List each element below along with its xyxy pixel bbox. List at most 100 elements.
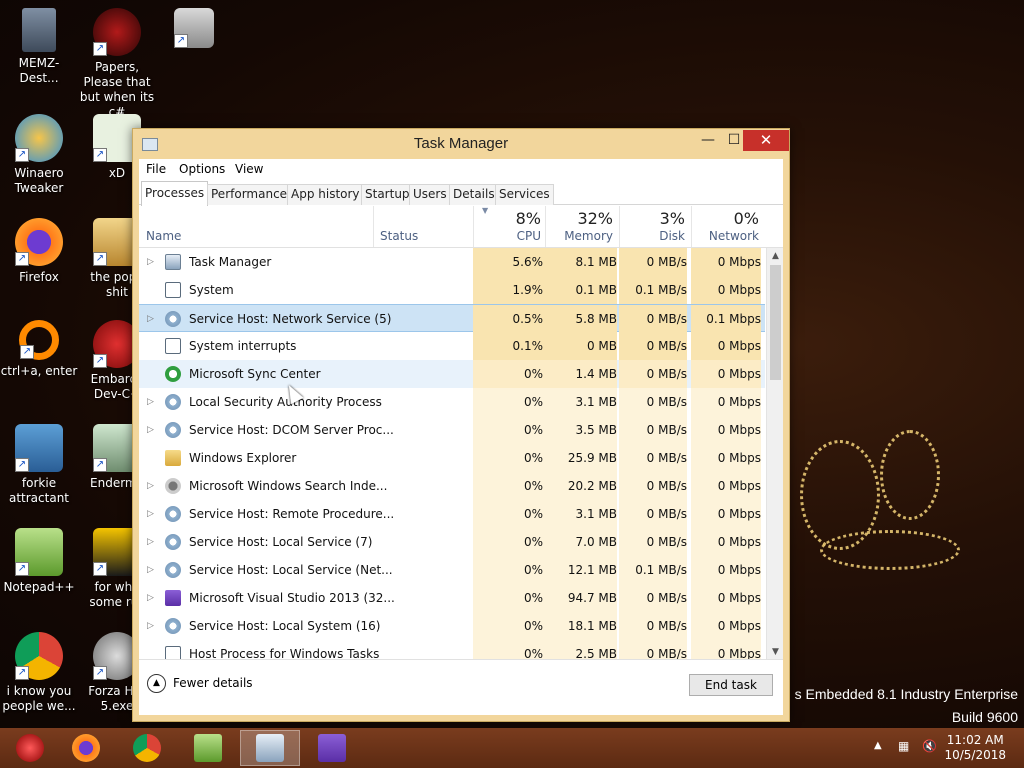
process-row[interactable]: System interrupts 0.1% 0 MB 0 MB/s 0 Mbp… <box>139 332 765 360</box>
process-cpu: 0% <box>473 612 543 640</box>
column-cpu[interactable]: CPU <box>473 229 541 243</box>
expand-chevron-icon[interactable]: ▷ <box>147 416 157 444</box>
process-row[interactable]: ▷ Service Host: Local Service (Net... 0%… <box>139 556 765 584</box>
desktop-icon-stacked-windows[interactable]: ↗ <box>155 8 233 52</box>
expand-chevron-icon[interactable]: ▷ <box>147 472 157 500</box>
expand-chevron-icon[interactable]: ▷ <box>147 500 157 528</box>
process-row[interactable]: ▷ Microsoft Visual Studio 2013 (32... 0%… <box>139 584 765 612</box>
disk-total[interactable]: 3% <box>619 209 685 228</box>
stacked-windows-icon: ↗ <box>174 8 214 48</box>
column-disk[interactable]: Disk <box>619 229 685 243</box>
taskbar-notepadpp[interactable] <box>178 730 238 766</box>
tab-users[interactable]: Users <box>409 184 451 205</box>
taskbar-task-manager[interactable] <box>240 730 300 766</box>
start-button[interactable] <box>0 730 60 766</box>
network-icon[interactable]: ▦ <box>898 739 909 753</box>
title-bar[interactable]: Task Manager — ☐ ✕ <box>133 129 789 159</box>
process-memory: 2.5 MB <box>543 640 617 660</box>
process-name: Service Host: Remote Procedure... <box>189 507 395 521</box>
vertical-scrollbar[interactable]: ▲ ▼ <box>766 248 783 660</box>
process-row[interactable]: ▷ Local Security Authority Process 0% 3.… <box>139 388 765 416</box>
process-row[interactable]: ▷ Microsoft Windows Search Inde... 0% 20… <box>139 472 765 500</box>
process-row[interactable]: ▷ Service Host: Remote Procedure... 0% 3… <box>139 500 765 528</box>
desktop-icon-winaero[interactable]: ↗ Winaero Tweaker <box>0 114 78 196</box>
process-name: Microsoft Sync Center <box>189 367 321 381</box>
process-network: 0 Mbps <box>691 248 761 276</box>
sync-icon <box>165 366 181 382</box>
tab-app-history[interactable]: App history <box>287 184 364 205</box>
taskbar-chrome[interactable] <box>117 730 177 766</box>
minimize-button[interactable]: — <box>695 130 721 151</box>
desktop-icon-memz[interactable]: MEMZ-Dest... <box>0 8 78 86</box>
process-row[interactable]: ▷ Service Host: Local Service (7) 0% 7.0… <box>139 528 765 556</box>
wallpaper-sparkle <box>820 530 960 570</box>
process-name: Service Host: Local Service (7) <box>189 535 373 549</box>
process-row[interactable]: ▷ Task Manager 5.6% 8.1 MB 0 MB/s 0 Mbps <box>139 248 765 276</box>
taskbar-firefox[interactable] <box>56 730 116 766</box>
desktop-icon-forkie[interactable]: ↗ forkie attractant <box>0 424 78 506</box>
column-name[interactable]: Name <box>146 229 181 243</box>
recycle-bin-icon <box>22 8 56 52</box>
desktop-icon-papers-please[interactable]: ↗ Papers, Please that but when its c# <box>78 8 156 120</box>
start-orb-icon <box>16 734 44 762</box>
tab-startup[interactable]: Startup <box>361 184 414 205</box>
expand-chevron-icon[interactable]: ▷ <box>147 248 157 276</box>
cpu-total[interactable]: 8% <box>473 209 541 228</box>
tab-services[interactable]: Services <box>495 184 554 205</box>
expand-chevron-icon[interactable]: ▷ <box>147 556 157 584</box>
column-memory[interactable]: Memory <box>545 229 613 243</box>
visual-studio-icon <box>318 734 346 762</box>
process-name: Microsoft Visual Studio 2013 (32... <box>189 591 395 605</box>
gear-icon <box>165 422 181 438</box>
tab-strip: Processes Performance App history Startu… <box>139 181 783 206</box>
desktop-icon-chrome[interactable]: ↗ i know you people we... <box>0 632 78 714</box>
process-row[interactable]: Windows Explorer 0% 25.9 MB 0 MB/s 0 Mbp… <box>139 444 765 472</box>
column-divider[interactable] <box>373 206 374 247</box>
process-row[interactable]: ▷ Service Host: Local System (16) 0% 18.… <box>139 612 765 640</box>
scroll-thumb[interactable] <box>770 265 781 380</box>
window-title: Task Manager <box>413 135 509 152</box>
process-disk: 0 MB/s <box>619 416 687 444</box>
tab-processes[interactable]: Processes <box>141 181 209 206</box>
process-network: 0 Mbps <box>691 388 761 416</box>
tab-performance[interactable]: Performance <box>207 184 292 205</box>
process-row[interactable]: Microsoft Sync Center 0% 1.4 MB 0 MB/s 0… <box>139 360 765 388</box>
process-memory: 12.1 MB <box>543 556 617 584</box>
process-name: Service Host: Local System (16) <box>189 619 381 633</box>
desktop-icon-notepadpp[interactable]: ↗ Notepad++ <box>0 528 78 595</box>
show-hidden-icons-icon[interactable]: ▲ <box>874 740 882 751</box>
firefox-icon <box>72 734 100 762</box>
expand-chevron-icon[interactable]: ▷ <box>147 528 157 556</box>
process-memory: 20.2 MB <box>543 472 617 500</box>
menu-view[interactable]: View <box>235 162 263 176</box>
menu-options[interactable]: Options <box>179 162 225 176</box>
desktop-icon-ctrl-a[interactable]: ↗ ctrl+a, enter <box>0 320 78 379</box>
scroll-up-icon[interactable]: ▲ <box>767 248 784 264</box>
expand-chevron-icon[interactable]: ▷ <box>147 305 157 333</box>
scroll-down-icon[interactable]: ▼ <box>767 644 784 660</box>
column-status[interactable]: Status <box>380 229 418 243</box>
system-clock[interactable]: 11:02 AM 10/5/2018 <box>944 733 1006 763</box>
close-button[interactable]: ✕ <box>743 130 789 151</box>
expand-chevron-icon[interactable]: ▷ <box>147 612 157 640</box>
expand-placeholder <box>147 276 157 304</box>
network-total[interactable]: 0% <box>691 209 759 228</box>
desktop-icon-firefox[interactable]: ↗ Firefox <box>0 218 78 285</box>
process-name: System interrupts <box>189 339 297 353</box>
volume-muted-icon[interactable]: 🔇 <box>922 739 937 753</box>
notepadpp-icon: ↗ <box>15 528 63 576</box>
process-row[interactable]: Host Process for Windows Tasks 0% 2.5 MB… <box>139 640 765 660</box>
process-row[interactable]: System 1.9% 0.1 MB 0.1 MB/s 0 Mbps <box>139 276 765 304</box>
process-row[interactable]: ▷ Service Host: Network Service (5) 0.5%… <box>139 304 765 333</box>
memory-total[interactable]: 32% <box>545 209 613 228</box>
taskbar-visual-studio[interactable] <box>302 730 362 766</box>
process-cpu: 0.1% <box>473 332 543 360</box>
end-task-button[interactable]: End task <box>689 674 773 696</box>
column-network[interactable]: Network <box>691 229 759 243</box>
expand-chevron-icon[interactable]: ▷ <box>147 388 157 416</box>
process-row[interactable]: ▷ Service Host: DCOM Server Proc... 0% 3… <box>139 416 765 444</box>
process-cpu: 5.6% <box>473 248 543 276</box>
tab-details[interactable]: Details <box>449 184 499 205</box>
menu-file[interactable]: File <box>146 162 166 176</box>
expand-chevron-icon[interactable]: ▷ <box>147 584 157 612</box>
